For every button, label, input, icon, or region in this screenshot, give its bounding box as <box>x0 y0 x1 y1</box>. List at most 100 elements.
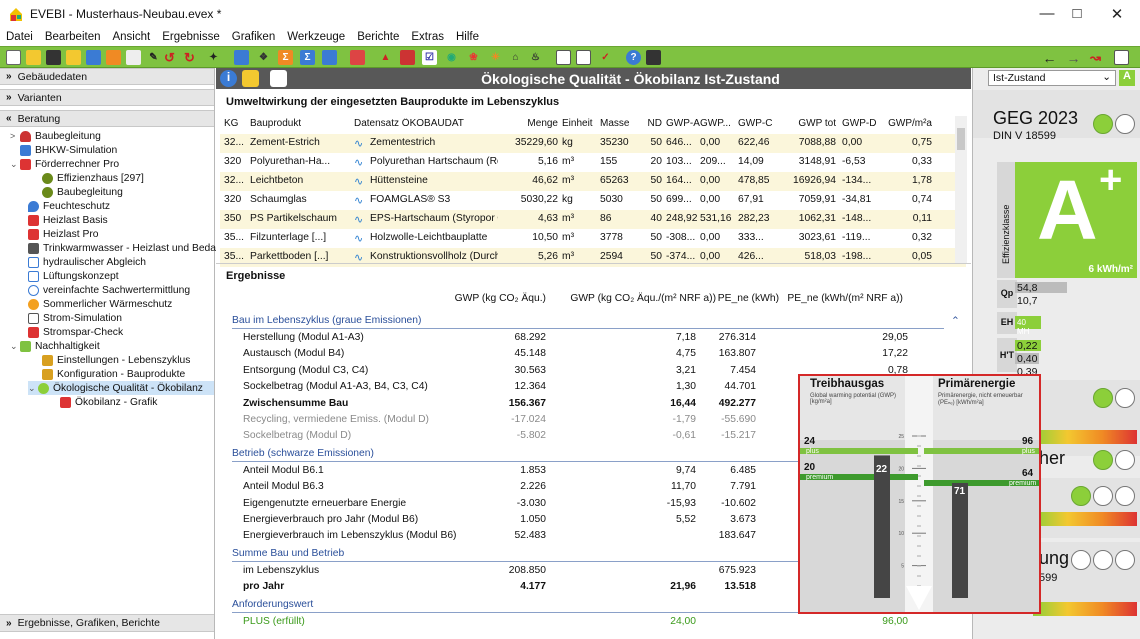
tree-item-baubegleitung[interactable]: > Baubegleitung <box>10 129 101 143</box>
hat-icon[interactable]: ▲ <box>378 50 393 65</box>
col-header[interactable]: GWP tot <box>780 118 836 129</box>
products-scrollbar[interactable] <box>955 116 967 264</box>
building-icon[interactable] <box>322 50 337 65</box>
tree-item-trinkwarmwasser[interactable]: Trinkwarmwasser - Heizlast und Bedarf <box>28 241 222 255</box>
globe-icon[interactable]: ◉ <box>444 50 459 65</box>
dataset-link-icon[interactable]: ∿ <box>354 175 363 188</box>
tree-item-bhkw[interactable]: BHKW-Simulation <box>20 143 117 157</box>
tree-item-sommerlicher-waermeschutz[interactable]: Sommerlicher Wärmeschutz <box>28 297 172 311</box>
document-icon[interactable]: ☑ <box>422 50 437 65</box>
menu-ergebnisse[interactable]: Ergebnisse <box>162 31 220 43</box>
sidebar-section-beratung[interactable]: «Beratung <box>0 110 214 127</box>
col-header[interactable]: GWP-A <box>666 118 700 129</box>
info-icon[interactable]: i <box>220 70 237 87</box>
product-row[interactable]: 320 Polyurethan-Ha... ∿ Polyurethan Hartsch… <box>220 153 966 172</box>
menu-ansicht[interactable]: Ansicht <box>112 31 150 43</box>
tree-item-baubegleitung-2[interactable]: Baubegleitung <box>42 185 123 199</box>
sigma-orange-icon[interactable]: Σ <box>278 50 293 65</box>
col-header[interactable]: GWP-D <box>842 118 876 129</box>
tree-item-hydraulischer-abgleich[interactable]: hydraulischer Abgleich <box>28 255 146 269</box>
col-header[interactable]: Masse <box>600 118 629 129</box>
tree-item-feuchteschutz[interactable]: Feuchteschutz <box>28 199 110 213</box>
tree-item-oekobilanz-grafik[interactable]: Ökobilanz - Grafik <box>60 395 157 409</box>
sigma-blue-icon[interactable]: Σ <box>300 50 315 65</box>
dataset-link-icon[interactable]: ∿ <box>354 137 363 150</box>
fire-icon[interactable]: ❀ <box>466 50 481 65</box>
export-icon[interactable] <box>106 50 121 65</box>
tree-item-effizienzhaus[interactable]: Effizienzhaus [297] <box>42 171 144 185</box>
tree-item-foerderrechner[interactable]: ⌄ Förderrechner Pro <box>10 157 119 171</box>
new-file-icon[interactable] <box>6 50 21 65</box>
grid-icon[interactable] <box>234 50 249 65</box>
edit-icon[interactable]: ✎ <box>146 50 161 65</box>
save-icon[interactable] <box>46 50 61 65</box>
col-header[interactable]: GWP-C <box>738 118 772 129</box>
magic-wand-icon[interactable]: ✦ <box>206 50 221 65</box>
dataset-link-icon[interactable]: ∿ <box>354 232 363 245</box>
back-arrow-icon[interactable]: ← <box>1042 50 1057 66</box>
forward-arrow-icon[interactable]: → <box>1066 50 1081 66</box>
close-button[interactable]: ✕ <box>1094 0 1140 27</box>
scrollbar-thumb[interactable] <box>957 128 965 150</box>
list-icon[interactable] <box>350 50 365 65</box>
exit-icon[interactable] <box>1114 50 1129 65</box>
col-header[interactable]: GWP/m²a <box>884 118 932 129</box>
dataset-link-icon[interactable]: ∿ <box>354 156 363 169</box>
menu-grafiken[interactable]: Grafiken <box>232 31 275 43</box>
dataset-link-icon[interactable]: ∿ <box>354 213 363 226</box>
menu-werkzeuge[interactable]: Werkzeuge <box>287 31 345 43</box>
product-row[interactable]: 32... Zement-Estrich ∿ Zementestrich 35229,6… <box>220 134 966 153</box>
sidebar-section-gebaeudedaten[interactable]: » Gebäudedaten <box>0 68 214 85</box>
calculator-icon[interactable] <box>556 50 571 65</box>
col-header[interactable]: Bauprodukt <box>250 118 301 129</box>
col-header[interactable]: Einheit <box>562 118 593 129</box>
jump-icon[interactable]: ↝ <box>1088 50 1103 65</box>
sidebar-section-varianten[interactable]: » Varianten <box>0 89 214 106</box>
col-header[interactable]: GWP... <box>700 118 731 129</box>
house-icon[interactable]: ⌂ <box>508 50 523 65</box>
tree-item-konfiguration-bauprodukte[interactable]: Konfiguration - Bauprodukte <box>42 367 185 381</box>
import-icon[interactable] <box>86 50 101 65</box>
tree-item-sachwertermittlung[interactable]: vereinfachte Sachwertermittlung <box>28 283 190 297</box>
product-row[interactable]: 35... Filzunterlage [...] ∿ Holzwolle-Leich… <box>220 229 966 248</box>
product-row[interactable]: 32... Leichtbeton ∿ Hüttensteine 46,62 m³ 6526… <box>220 172 966 191</box>
help-icon[interactable]: ? <box>626 50 641 65</box>
tree-item-oekobilanz[interactable]: ⌄ Ökologische Qualität - Ökobilanz <box>28 381 214 395</box>
report-icon[interactable] <box>400 50 415 65</box>
sidebar-section-ergebnisse[interactable]: » Ergebnisse, Grafiken, Berichte <box>0 614 214 632</box>
check-report-icon[interactable]: ✓ <box>598 50 613 65</box>
col-header[interactable]: KG <box>224 118 238 129</box>
menu-datei[interactable]: Datei <box>6 31 33 43</box>
redo-icon[interactable]: ↻ <box>182 50 197 65</box>
col-header[interactable]: Datensatz ÖKOBAUDAT <box>354 118 464 129</box>
print-icon[interactable] <box>270 70 287 87</box>
grade-badge-icon[interactable]: A <box>1119 70 1135 86</box>
variant-select[interactable]: Ist-Zustand ⌄ <box>988 70 1116 86</box>
col-header[interactable]: ND <box>640 118 662 129</box>
dataset-link-icon[interactable]: ∿ <box>354 194 363 207</box>
product-row[interactable]: 350 PS Partikelschaum ∿ EPS-Hartschaum (Sty… <box>220 210 966 229</box>
water-icon[interactable]: ♨ <box>528 50 543 65</box>
col-header[interactable]: Menge <box>500 118 558 129</box>
folder-icon[interactable] <box>66 50 81 65</box>
undo-icon[interactable]: ↺ <box>162 50 177 65</box>
tree-item-strom-simulation[interactable]: Strom-Simulation <box>28 311 122 325</box>
tree-item-heizlast-basis[interactable]: Heizlast Basis <box>28 213 108 227</box>
menu-hilfe[interactable]: Hilfe <box>456 31 479 43</box>
tree-item-heizlast-pro[interactable]: Heizlast Pro <box>28 227 99 241</box>
export-icon[interactable] <box>242 70 259 87</box>
phone-icon[interactable] <box>646 50 661 65</box>
structure-icon[interactable]: ❖ <box>256 50 271 65</box>
tree-item-stromspar-check[interactable]: Stromspar-Check <box>28 325 123 339</box>
tree-item-einstellungen-lebenszyklus[interactable]: Einstellungen - Lebenszyklus <box>42 353 190 367</box>
tree-item-nachhaltigkeit[interactable]: ⌄ Nachhaltigkeit <box>10 339 100 353</box>
print-icon[interactable] <box>576 50 591 65</box>
menu-bearbeiten[interactable]: Bearbeiten <box>45 31 101 43</box>
menu-berichte[interactable]: Berichte <box>357 31 399 43</box>
collapse-icon[interactable]: ⌃ <box>951 315 960 327</box>
tools-icon[interactable] <box>126 50 141 65</box>
open-folder-icon[interactable] <box>26 50 41 65</box>
sun-icon[interactable]: ☀ <box>488 50 503 65</box>
results-group-header[interactable]: Bau im Lebenszyklus (graue Emissionen) ⌃ <box>216 313 960 329</box>
tree-item-lueftungskonzept[interactable]: Lüftungskonzept <box>28 269 119 283</box>
